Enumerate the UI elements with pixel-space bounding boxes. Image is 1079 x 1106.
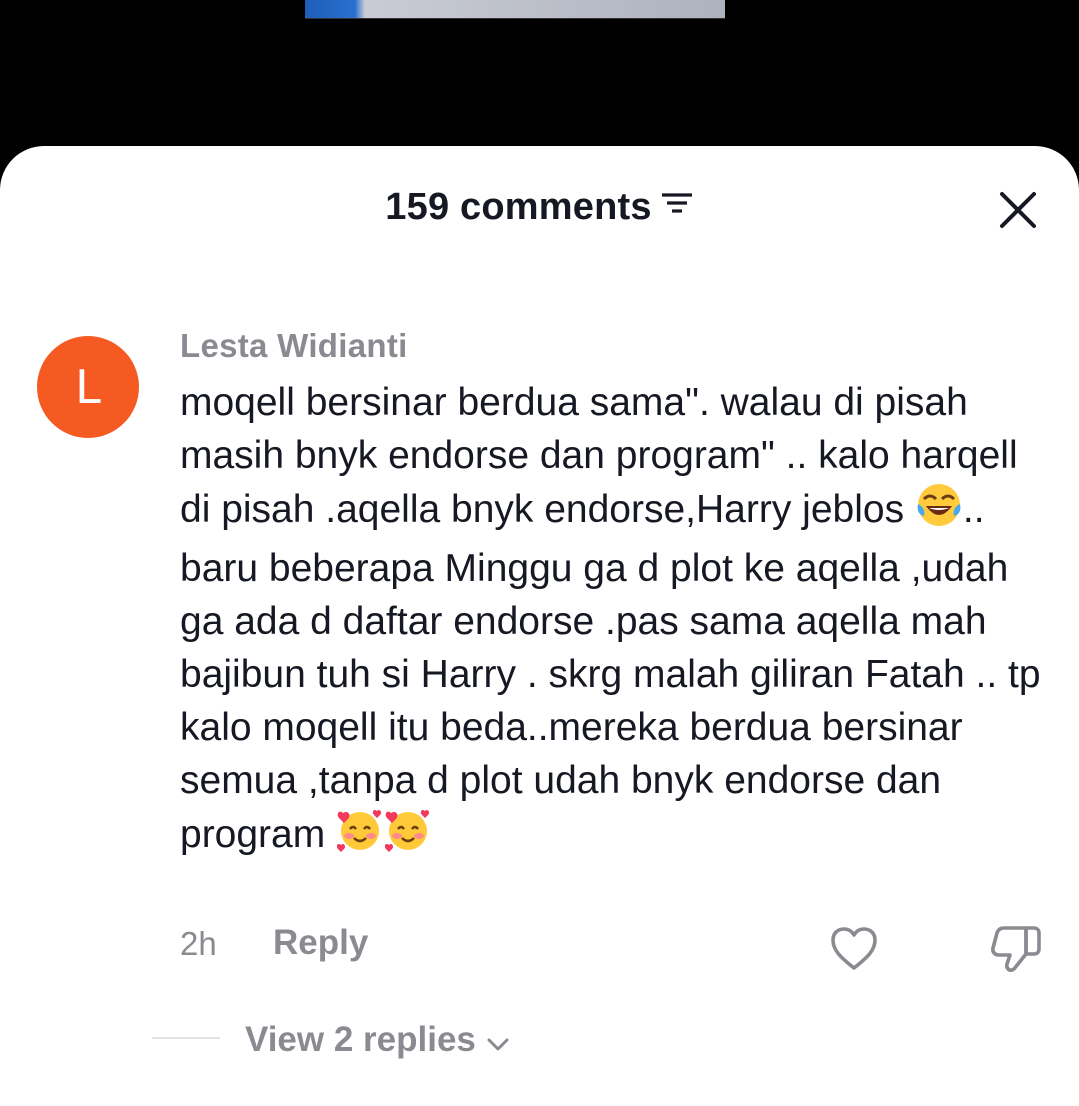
comment-time: 2h — [180, 925, 217, 962]
laughing-emoji-icon — [916, 482, 962, 542]
comment-text-part1: moqell bersinar berdua sama". walau di p… — [180, 381, 1018, 531]
view-replies-button[interactable]: View 2 replies — [245, 1018, 510, 1062]
video-preview — [305, 0, 725, 19]
smiling-hearts-emoji-icon — [384, 807, 431, 867]
heart-icon[interactable] — [830, 926, 878, 972]
reply-button[interactable]: Reply — [273, 923, 368, 963]
comments-header: 159 comments — [0, 186, 1079, 229]
comment-username[interactable]: Lesta Widianti — [180, 327, 408, 365]
avatar[interactable]: L — [37, 336, 139, 438]
comment-text-part2: .. baru beberapa Minggu ga d plot ke aqe… — [180, 488, 1041, 856]
filter-icon[interactable] — [660, 184, 694, 227]
comment-text: moqell bersinar berdua sama". walau di p… — [180, 376, 1050, 867]
close-icon[interactable] — [998, 190, 1038, 230]
thumbs-down-icon[interactable] — [990, 924, 1042, 974]
comments-count: 159 comments — [385, 186, 652, 228]
chevron-down-icon — [486, 1022, 510, 1062]
avatar-letter: L — [75, 360, 101, 414]
smiling-hearts-emoji-icon — [336, 807, 383, 867]
replies-divider — [152, 1037, 220, 1039]
view-replies-label: View 2 replies — [245, 1020, 476, 1059]
